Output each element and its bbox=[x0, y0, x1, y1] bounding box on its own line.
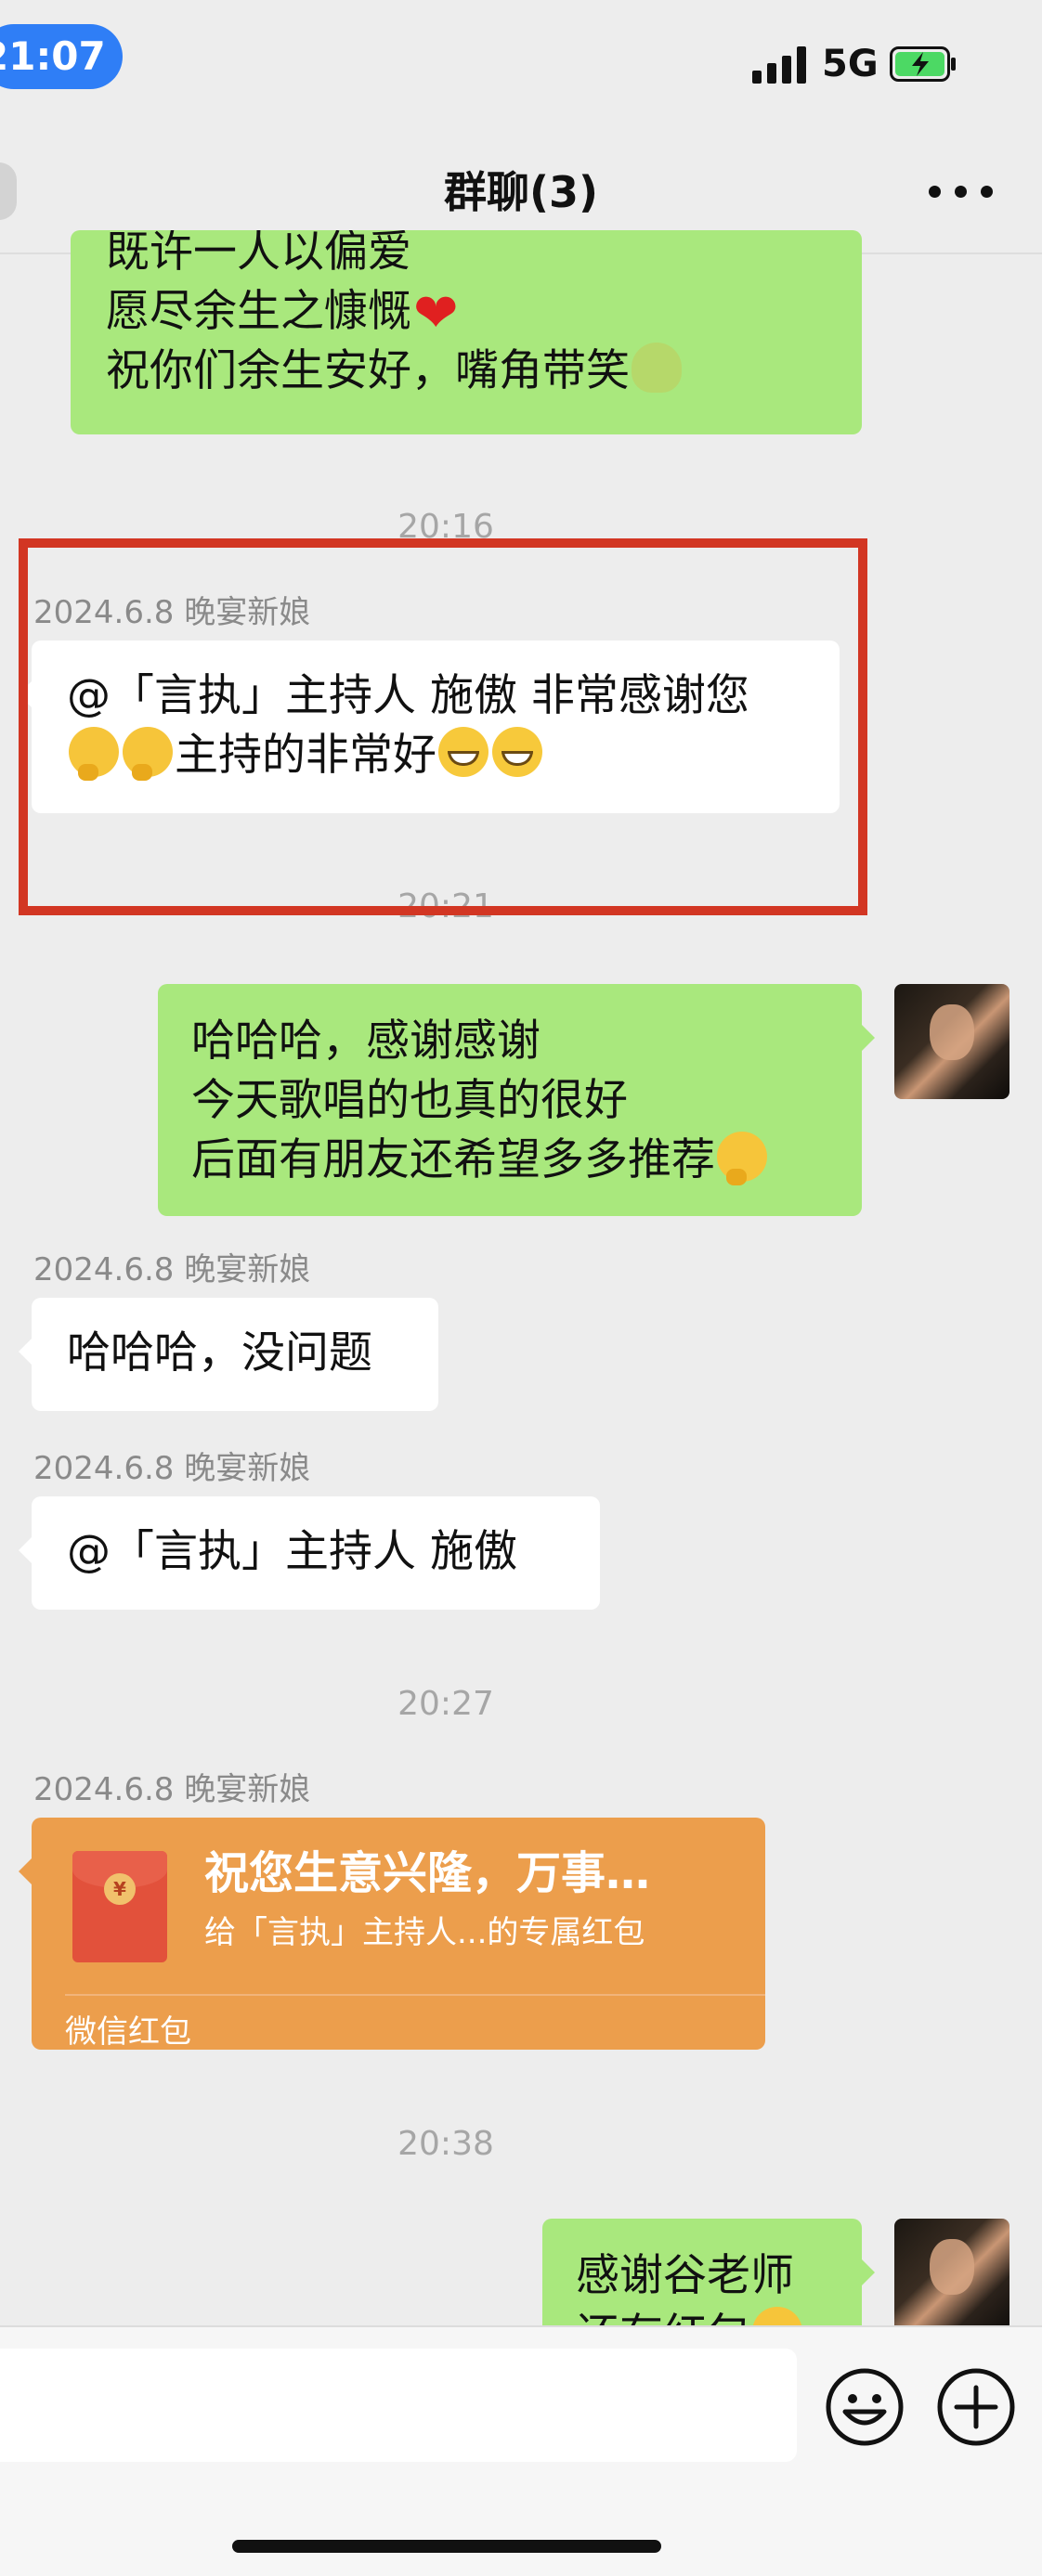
red-packet-icon: ¥ bbox=[72, 1851, 167, 1962]
heart-emoji-icon: ❤ bbox=[413, 281, 459, 344]
sender-name: 2024.6.8 晚宴新娘 bbox=[33, 1450, 311, 1487]
network-type: 5G bbox=[822, 43, 879, 85]
message-line: 感谢谷老师 bbox=[576, 2250, 794, 2301]
home-indicator bbox=[232, 2540, 661, 2553]
plus-icon[interactable] bbox=[936, 2367, 1016, 2447]
message-text: @「言执」主持人 施傲 bbox=[67, 1526, 517, 1577]
timestamp: 20:27 bbox=[397, 1685, 494, 1723]
coin-icon: ¥ bbox=[104, 1873, 136, 1905]
message-line: 愿尽余生之慷慨❤ bbox=[106, 282, 827, 342]
hug-emoji-icon bbox=[632, 343, 682, 393]
timestamp: 20:38 bbox=[397, 2125, 494, 2163]
signal-icon bbox=[752, 45, 808, 84]
message-line: 后面有朋友还希望多多推荐 bbox=[191, 1131, 834, 1190]
avatar[interactable] bbox=[894, 984, 1009, 1099]
red-packet-subtitle: 给「言执」主持人...的专属红包 bbox=[204, 1914, 645, 1951]
red-packet-card[interactable]: ¥ 祝您生意兴隆，万事… 给「言执」主持人...的专属红包 微信红包 bbox=[19, 1818, 765, 2051]
message-bubble-outgoing[interactable]: 哈哈哈，感谢感谢 今天歌唱的也真的很好 后面有朋友还希望多多推荐 bbox=[158, 984, 875, 1216]
message-line: 祝你们余生安好，嘴角带笑 bbox=[106, 342, 827, 401]
sender-name: 2024.6.8 晚宴新娘 bbox=[33, 1771, 311, 1808]
message-line: 哈哈哈，感谢感谢 bbox=[191, 1016, 541, 1067]
thinking-emoji-icon bbox=[717, 1132, 767, 1185]
highlight-annotation bbox=[19, 538, 867, 915]
message-line: 既许一人以偏爱 bbox=[106, 230, 411, 278]
message-text: 哈哈哈，没问题 bbox=[67, 1327, 372, 1379]
status-time: 21:07 bbox=[0, 24, 123, 89]
message-bubble-incoming[interactable]: @「言执」主持人 施傲 bbox=[19, 1496, 600, 1610]
avatar[interactable] bbox=[894, 2219, 1009, 2334]
message-input[interactable] bbox=[0, 2349, 797, 2462]
battery-icon bbox=[890, 46, 956, 82]
more-icon[interactable] bbox=[929, 186, 994, 199]
emoji-button-icon[interactable] bbox=[825, 2367, 905, 2447]
message-bubble-incoming[interactable]: 哈哈哈，没问题 bbox=[19, 1298, 438, 1411]
chat-title: 群聊(3) bbox=[443, 167, 599, 217]
red-packet-footer: 微信红包 bbox=[65, 2013, 191, 2051]
divider bbox=[65, 1994, 765, 1996]
red-packet-title: 祝您生意兴隆，万事… bbox=[204, 1847, 651, 1899]
sender-name: 2024.6.8 晚宴新娘 bbox=[33, 1251, 311, 1288]
message-bubble-outgoing[interactable]: 既许一人以偏爱 愿尽余生之慷慨❤ 祝你们余生安好，嘴角带笑 bbox=[71, 230, 862, 434]
message-line: 今天歌唱的也真的很好 bbox=[191, 1075, 628, 1126]
